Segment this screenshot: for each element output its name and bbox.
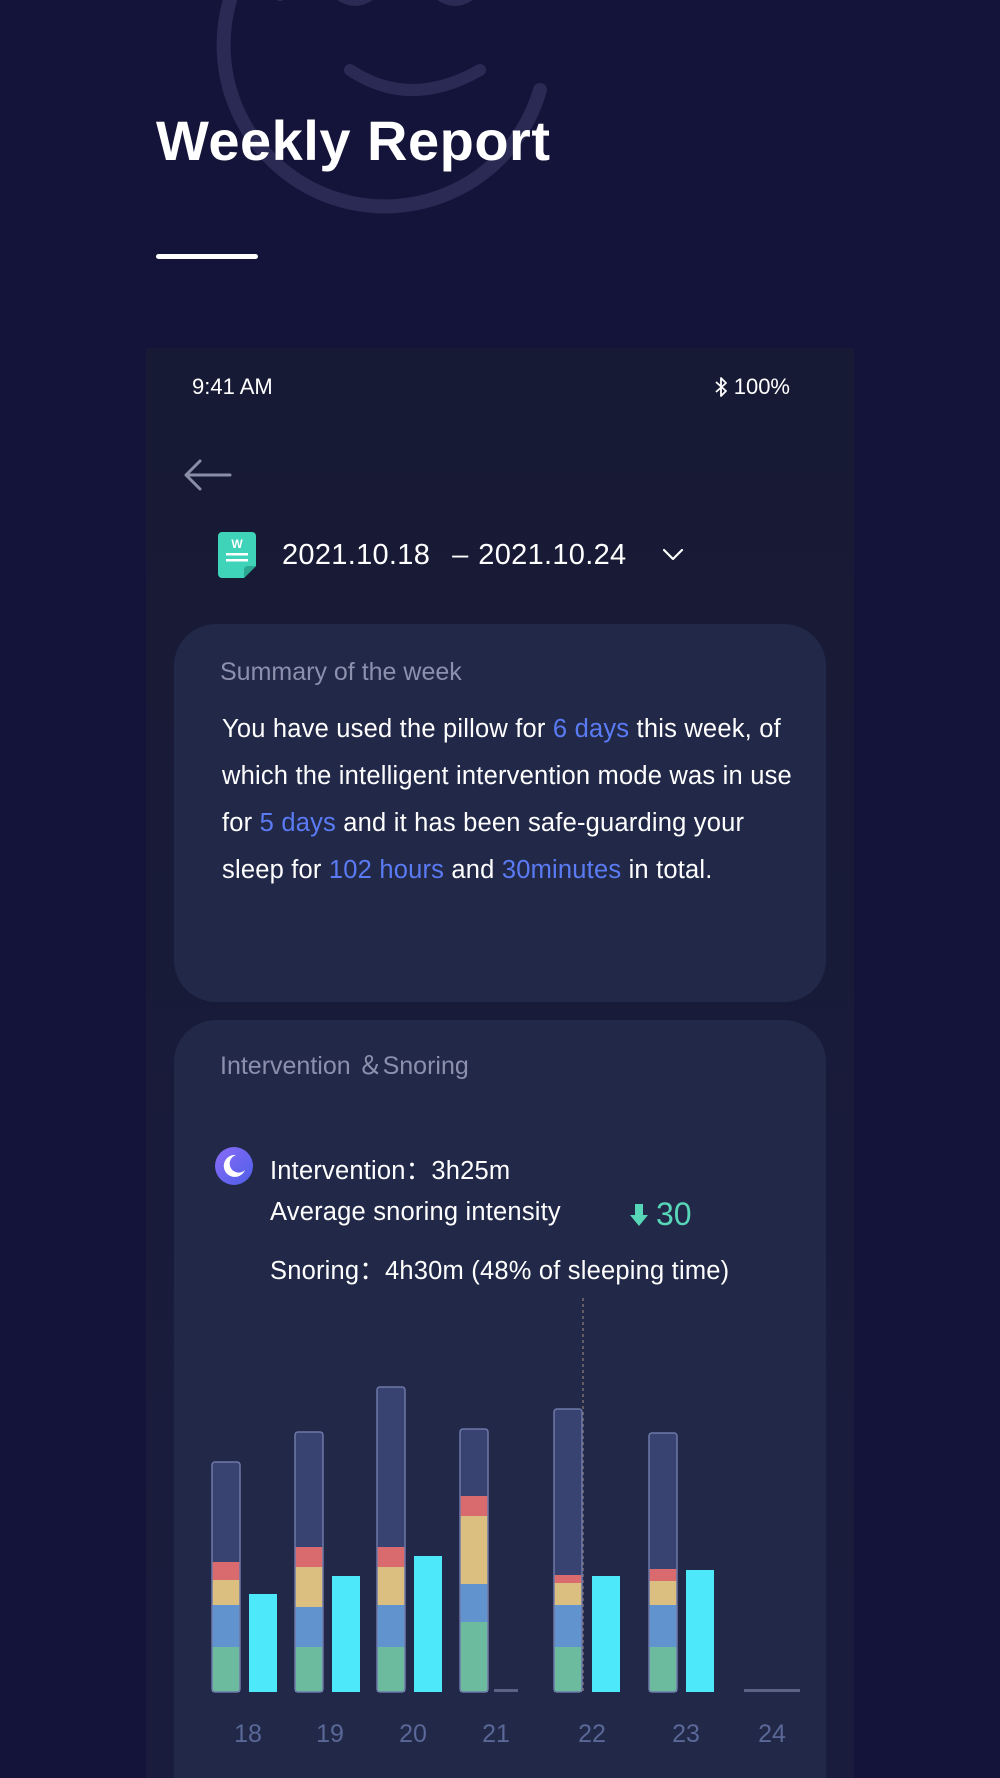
- stack-segment-yellow: [554, 1583, 582, 1605]
- weekly-report-page: Weekly Report 9:41 AM 100% W 2021.10.18 …: [0, 0, 1000, 1778]
- intervention-card: Intervention ＆Snoring Intervention：3h25m…: [174, 1020, 826, 1778]
- snoring-bar: [249, 1594, 277, 1692]
- title-underline: [156, 254, 258, 259]
- stack-segment-awake: [554, 1409, 582, 1575]
- date-range-selector[interactable]: W 2021.10.18 – 2021.10.24: [218, 530, 684, 580]
- summary-card: Summary of the week You have used the pi…: [174, 624, 826, 1002]
- snoring-bar: [686, 1570, 714, 1692]
- stack-segment-awake: [377, 1387, 405, 1547]
- x-axis-label: 19: [316, 1720, 344, 1748]
- summary-hours: 102 hours: [328, 856, 445, 884]
- empty-day-bar: [744, 1689, 800, 1692]
- stack-segment-red: [554, 1575, 582, 1583]
- stack-segment-awake: [295, 1432, 323, 1547]
- summary-days-used: 6 days: [552, 715, 630, 743]
- status-right: 100%: [714, 374, 790, 400]
- stack-segment-green: [212, 1647, 240, 1692]
- stack-segment-blue: [649, 1605, 677, 1647]
- snoring-bar: [592, 1576, 620, 1692]
- snoring-bar: [332, 1576, 360, 1692]
- stack-segment-red: [377, 1547, 405, 1567]
- x-axis-label: 22: [578, 1720, 606, 1748]
- x-axis-label: 24: [758, 1720, 786, 1748]
- svg-text:W: W: [231, 537, 243, 551]
- date-end: 2021.10.24: [478, 538, 627, 571]
- summary-minutes: 30minutes: [501, 856, 622, 884]
- sleep-bar-chart: 18 19 20 21 22 23 24: [211, 1298, 800, 1748]
- summary-segment: You have used the pillow for: [222, 715, 553, 743]
- stack-segment-green: [377, 1647, 405, 1692]
- date-separator: –: [452, 538, 469, 571]
- stack-segment-red: [649, 1569, 677, 1581]
- summary-days-intervention: 5 days: [259, 809, 336, 837]
- stack-segment-red: [295, 1547, 323, 1567]
- summary-segment: and: [444, 856, 502, 884]
- chevron-down-icon[interactable]: [662, 548, 684, 562]
- stack-segment-yellow: [649, 1581, 677, 1605]
- stack-segment-green: [460, 1622, 488, 1692]
- x-axis-label: 21: [482, 1720, 510, 1748]
- stack-segment-blue: [212, 1605, 240, 1647]
- summary-label: Summary of the week: [220, 658, 462, 686]
- stack-segment-awake: [212, 1462, 240, 1562]
- x-axis-label: 18: [234, 1720, 262, 1748]
- stack-segment-green: [295, 1647, 323, 1692]
- stack-segment-awake: [649, 1433, 677, 1569]
- stack-segment-blue: [295, 1607, 323, 1647]
- x-axis-label: 20: [399, 1720, 427, 1748]
- stack-segment-blue: [554, 1605, 582, 1647]
- stack-segment-green: [649, 1647, 677, 1692]
- page-title: Weekly Report: [156, 109, 551, 172]
- stack-segment-yellow: [295, 1567, 323, 1607]
- empty-snoring-bar: [494, 1689, 518, 1692]
- stack-segment-yellow: [460, 1516, 488, 1584]
- stack-segment-blue: [460, 1584, 488, 1622]
- x-axis-label: 23: [672, 1720, 700, 1748]
- summary-segment: in total.: [621, 856, 713, 884]
- stack-segment-yellow: [212, 1580, 240, 1605]
- date-start: 2021.10.18: [282, 538, 431, 571]
- report-document-icon: W: [218, 532, 256, 578]
- stack-segment-awake: [460, 1429, 488, 1496]
- status-time: 9:41 AM: [192, 374, 273, 399]
- back-arrow-icon[interactable]: [182, 458, 232, 492]
- stack-segment-red: [212, 1562, 240, 1580]
- bluetooth-icon: [715, 377, 727, 397]
- snoring-bar: [414, 1556, 442, 1692]
- phone-screen: 9:41 AM 100% W 2021.10.18 – 2021.10.24 S…: [146, 348, 854, 1778]
- summary-text: You have used the pillow for 6 days this…: [222, 706, 802, 894]
- stack-segment-yellow: [377, 1567, 405, 1605]
- stack-segment-red: [460, 1496, 488, 1516]
- stack-segment-blue: [377, 1605, 405, 1647]
- stack-segment-green: [554, 1647, 582, 1692]
- battery-level: 100%: [733, 374, 790, 399]
